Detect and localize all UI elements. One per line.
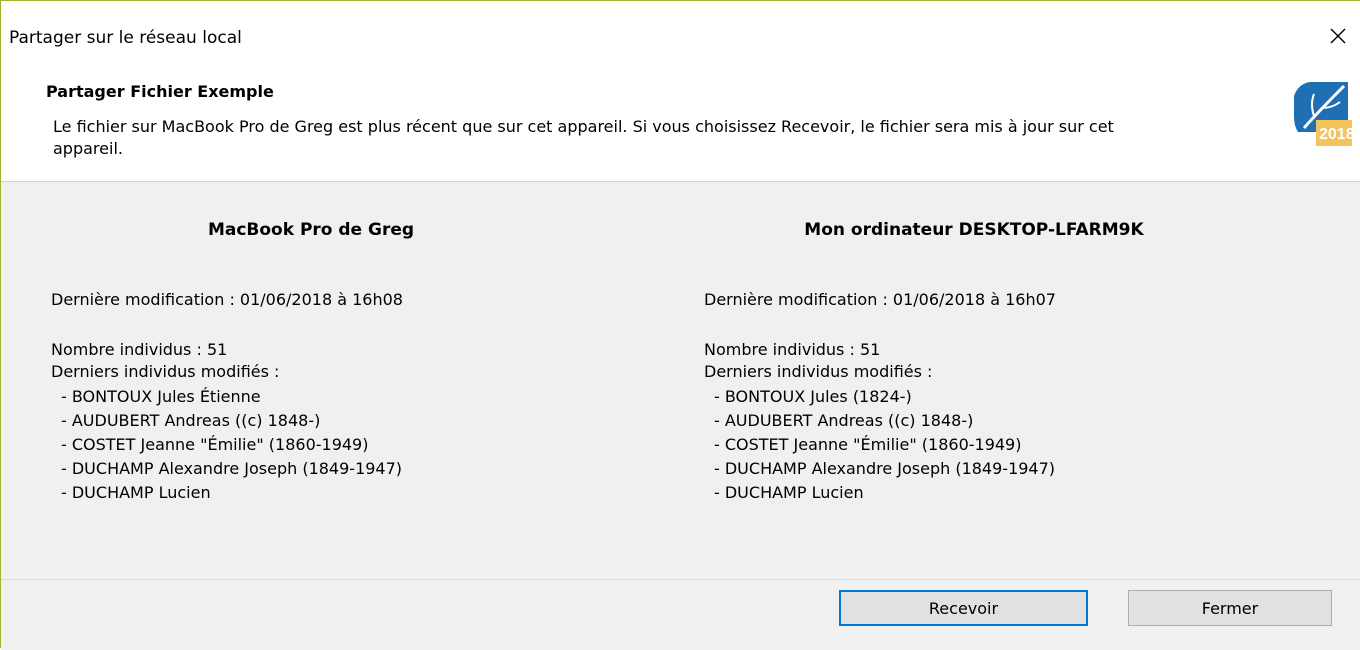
list-item: - AUDUBERT Andreas ((c) 1848-) xyxy=(61,411,321,430)
list-item: - DUCHAMP Alexandre Joseph (1849-1947) xyxy=(61,459,403,478)
list-item: - AUDUBERT Andreas ((c) 1848-) xyxy=(714,411,974,430)
list-item: - COSTET Jeanne "Émilie" (1860-1949) xyxy=(714,435,1022,454)
local-device-name: Mon ordinateur DESKTOP-LFARM9K xyxy=(804,220,1144,240)
list-item: - BONTOUX Jules (1824-) xyxy=(714,387,912,406)
close-window-button[interactable] xyxy=(1315,21,1360,51)
receive-button[interactable]: Recevoir xyxy=(839,590,1088,626)
share-dialog: Partager sur le réseau local Partager Fi… xyxy=(0,0,1360,650)
dialog-heading: Partager Fichier Exemple xyxy=(46,82,274,101)
dialog-description: Le fichier sur MacBook Pro de Greg est p… xyxy=(53,117,1114,158)
source-recent-label: Derniers individus modifiés : xyxy=(51,362,280,381)
close-button[interactable]: Fermer xyxy=(1128,590,1332,626)
local-recent-list: - BONTOUX Jules (1824-) - AUDUBERT Andre… xyxy=(704,385,1055,505)
source-device-name: MacBook Pro de Greg xyxy=(207,220,415,240)
source-last-modified: Dernière modification : 01/06/2018 à 16h… xyxy=(51,290,403,309)
logo-year: 2018 xyxy=(1319,126,1354,143)
list-item: - DUCHAMP Lucien xyxy=(61,483,211,502)
source-individual-count: Nombre individus : 51 xyxy=(51,340,228,359)
local-individual-count: Nombre individus : 51 xyxy=(704,340,881,359)
dialog-footer: Recevoir Fermer xyxy=(1,579,1360,650)
list-item: - COSTET Jeanne "Émilie" (1860-1949) xyxy=(61,435,369,454)
comparison-panel: MacBook Pro de Greg Dernière modificatio… xyxy=(1,181,1360,580)
list-item: - DUCHAMP Alexandre Joseph (1849-1947) xyxy=(714,459,1056,478)
source-recent-list: - BONTOUX Jules Étienne - AUDUBERT Andre… xyxy=(51,385,402,505)
local-recent-label: Derniers individus modifiés : xyxy=(704,362,933,381)
leaf-app-icon: 2018 xyxy=(1288,76,1355,152)
window-title: Partager sur le réseau local xyxy=(9,28,242,48)
list-item: - DUCHAMP Lucien xyxy=(714,483,864,502)
title-bar: Partager sur le réseau local xyxy=(1,1,1360,51)
dialog-header: Partager Fichier Exemple Le fichier sur … xyxy=(1,51,1360,180)
list-item: - BONTOUX Jules Étienne xyxy=(61,387,261,406)
close-icon xyxy=(1330,28,1346,44)
local-last-modified: Dernière modification : 01/06/2018 à 16h… xyxy=(704,290,1056,309)
